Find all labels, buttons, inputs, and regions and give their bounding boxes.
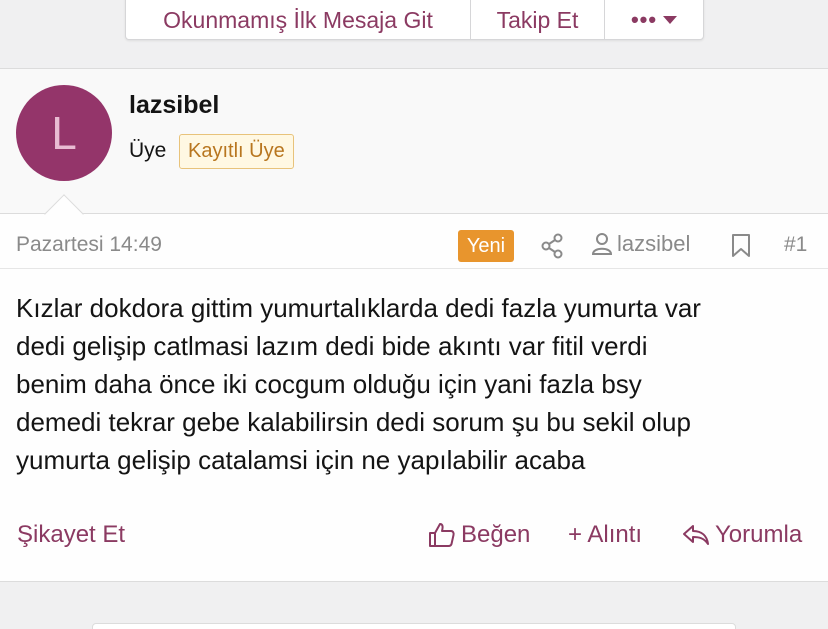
- more-options-button[interactable]: •••: [605, 0, 703, 39]
- member-badge: Kayıtlı Üye: [179, 134, 294, 169]
- chevron-down-icon: [663, 16, 678, 24]
- bookmark-icon[interactable]: [731, 233, 751, 264]
- avatar-letter: L: [51, 107, 77, 159]
- user-role: Üye: [129, 139, 167, 162]
- goto-first-unread-button[interactable]: Okunmamış İlk Mesaja Git: [126, 0, 471, 39]
- reply-button[interactable]: Yorumla: [682, 521, 802, 549]
- reply-icon: [683, 525, 709, 545]
- post-line: demedi tekrar gebe kalabilirsin dedi sor…: [16, 407, 691, 437]
- post-meta: Pazartesi 14:49 Yeni lazsibel #1: [0, 229, 828, 265]
- post-actions: Şikayet Et Beğen + Alıntı Yorumla: [0, 521, 828, 561]
- post: L lazsibel Üye Kayıtlı Üye Pazartesi 14:…: [0, 68, 828, 582]
- like-button[interactable]: Beğen: [428, 521, 530, 549]
- new-badge: Yeni: [458, 230, 514, 262]
- quote-button[interactable]: + Alıntı: [568, 521, 642, 549]
- like-label: Beğen: [461, 521, 531, 548]
- next-block-edge: [92, 623, 736, 629]
- avatar[interactable]: L: [16, 85, 112, 181]
- post-author-link[interactable]: lazsibel: [591, 231, 690, 257]
- post-body: Kızlar dokdora gittim yumurtalıklarda de…: [16, 289, 816, 479]
- username[interactable]: lazsibel: [129, 91, 219, 120]
- post-line: benim daha önce iki cocgum olduğu için y…: [16, 369, 642, 399]
- post-number[interactable]: #1: [784, 233, 807, 257]
- post-line: Kızlar dokdora gittim yumurtalıklarda de…: [16, 293, 701, 323]
- follow-button[interactable]: Takip Et: [471, 0, 605, 39]
- thumbs-up-icon: [429, 523, 455, 547]
- report-button[interactable]: Şikayet Et: [17, 521, 125, 549]
- post-line: dedi gelişip catlmasi lazım dedi bide ak…: [16, 331, 648, 361]
- more-dots-icon: •••: [630, 7, 658, 32]
- post-date[interactable]: Pazartesi 14:49: [16, 233, 162, 257]
- reply-label: Yorumla: [715, 521, 803, 548]
- share-icon[interactable]: [540, 233, 564, 259]
- thread-toolbar: Okunmamış İlk Mesaja Git Takip Et •••: [125, 0, 704, 40]
- post-author-name: lazsibel: [617, 231, 691, 256]
- post-line: yumurta gelişip catalamsi için ne yapıla…: [16, 445, 586, 475]
- meta-divider: [0, 268, 828, 269]
- user-icon: [591, 233, 613, 255]
- post-user-block: L lazsibel Üye Kayıtlı Üye: [0, 69, 828, 214]
